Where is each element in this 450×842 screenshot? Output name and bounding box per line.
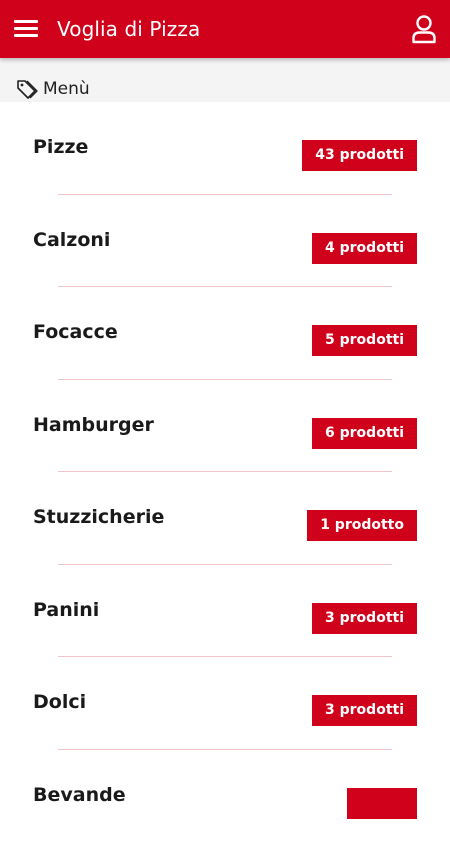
category-name: Bevande xyxy=(33,784,126,806)
product-count-badge: 3 prodotti xyxy=(312,603,417,634)
category-row-hamburger[interactable]: Hamburger 6 prodotti xyxy=(0,380,450,473)
product-count-badge: 3 prodotti xyxy=(312,695,417,726)
product-count-badge: 6 prodotti xyxy=(312,418,417,449)
tag-icon xyxy=(16,79,38,99)
product-count-badge: 4 prodotti xyxy=(312,233,417,264)
user-icon[interactable] xyxy=(410,14,438,44)
product-count-badge: 43 prodotti xyxy=(302,140,417,171)
app-title: Voglia di Pizza xyxy=(57,17,200,41)
product-count-badge xyxy=(347,788,417,819)
product-count-badge: 5 prodotti xyxy=(312,325,417,356)
section-title: Menù xyxy=(43,79,90,99)
category-row-calzoni[interactable]: Calzoni 4 prodotti xyxy=(0,195,450,288)
category-name: Stuzzicherie xyxy=(33,506,164,528)
hamburger-menu-icon[interactable] xyxy=(14,18,38,40)
category-name: Panini xyxy=(33,599,99,621)
category-name: Dolci xyxy=(33,691,86,713)
category-name: Calzoni xyxy=(33,229,110,251)
category-row-pizze[interactable]: Pizze 43 prodotti xyxy=(0,102,450,195)
category-name: Focacce xyxy=(33,321,118,343)
category-row-dolci[interactable]: Dolci 3 prodotti xyxy=(0,657,450,750)
category-list: Pizze 43 prodotti Calzoni 4 prodotti Foc… xyxy=(0,102,450,842)
category-row-bevande[interactable]: Bevande xyxy=(0,750,450,842)
category-row-stuzzicherie[interactable]: Stuzzicherie 1 prodotto xyxy=(0,472,450,565)
category-name: Pizze xyxy=(33,136,88,158)
product-count-badge: 1 prodotto xyxy=(307,510,417,541)
category-row-panini[interactable]: Panini 3 prodotti xyxy=(0,565,450,658)
category-row-focacce[interactable]: Focacce 5 prodotti xyxy=(0,287,450,380)
app-bar: Voglia di Pizza xyxy=(0,0,450,58)
category-name: Hamburger xyxy=(33,414,154,436)
